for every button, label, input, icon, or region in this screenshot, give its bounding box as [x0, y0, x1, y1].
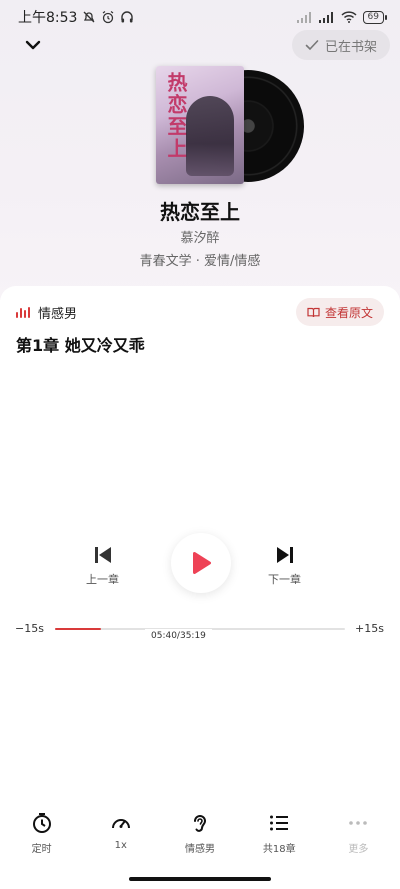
checkmark-icon — [305, 40, 319, 51]
next-chapter-button[interactable]: 下一章 — [268, 545, 301, 587]
book-author[interactable]: 慕汐醉 — [0, 227, 400, 246]
chapter-list-button[interactable]: 共18章 — [240, 812, 319, 868]
book-cover-image: 热恋至上 — [156, 66, 244, 184]
progress-track[interactable]: 05:40/35:19 — [55, 628, 345, 643]
bottom-toolbar: 定时 1x 情感男 共18章 更多 — [0, 812, 400, 868]
cover-illustration — [186, 96, 234, 176]
book-title: 热恋至上 — [160, 200, 240, 224]
speed-label: 1x — [114, 840, 127, 851]
sound-bars-icon — [16, 307, 30, 318]
skip-previous-icon — [94, 547, 111, 563]
status-time: 上午8:53 — [18, 10, 78, 26]
collapse-button[interactable] — [20, 34, 46, 56]
signal-icon-1 — [296, 11, 311, 23]
view-original-button[interactable]: 查看原文 — [295, 298, 384, 326]
voice-select-label: 情感男 — [185, 844, 215, 855]
previous-chapter-button[interactable]: 上一章 — [86, 545, 119, 587]
on-shelf-label: 已在书架 — [324, 39, 377, 55]
mute-icon — [83, 11, 95, 23]
progress-fill — [55, 628, 102, 630]
book-open-icon — [307, 307, 320, 317]
view-original-label: 查看原文 — [324, 305, 373, 320]
speed-button[interactable]: 1x — [81, 812, 160, 868]
list-icon — [270, 815, 289, 831]
wifi-icon — [341, 11, 357, 23]
alarm-icon — [103, 11, 114, 24]
skip-forward-15-button[interactable]: +15s — [355, 622, 384, 635]
timer-label: 定时 — [31, 844, 52, 855]
timer-button[interactable]: 定时 — [2, 812, 81, 868]
chapter-list-label: 共18章 — [262, 844, 296, 855]
book-tags: 青春文学 · 爱情/情感 — [139, 254, 261, 269]
voice-select-button[interactable]: 情感男 — [160, 812, 239, 868]
signal-icon-2 — [318, 11, 333, 23]
headphones-icon — [121, 11, 134, 23]
speedometer-icon — [111, 819, 130, 829]
next-chapter-label: 下一章 — [268, 573, 301, 586]
voice-name: 情感男 — [38, 307, 78, 322]
more-button[interactable]: 更多 — [319, 812, 398, 868]
chevron-down-icon — [25, 40, 41, 50]
previous-chapter-label: 上一章 — [86, 573, 119, 586]
skip-next-icon — [276, 547, 293, 563]
home-indicator[interactable] — [129, 877, 271, 881]
progress-time-handle[interactable]: 05:40/35:19 — [145, 629, 212, 643]
more-label: 更多 — [348, 844, 369, 855]
ear-icon — [194, 815, 207, 832]
battery-indicator: 69 — [362, 10, 388, 24]
skip-back-15-button[interactable]: −15s — [15, 622, 44, 635]
voice-indicator: 情感男 — [16, 303, 77, 322]
book-cover-area: 热恋至上 — [156, 66, 304, 184]
on-shelf-button[interactable]: 已在书架 — [292, 30, 390, 60]
timer-icon — [32, 813, 51, 833]
status-bar: 上午8:53 69 — [0, 0, 400, 34]
play-icon — [192, 551, 212, 575]
more-dots-icon — [349, 821, 368, 825]
play-button[interactable] — [171, 533, 231, 593]
chapter-title: 第1章 她又冷又乖 — [16, 336, 145, 355]
progress-row: −15s 05:40/35:19 +15s — [0, 620, 400, 643]
time-display: 05:40/35:19 — [151, 631, 206, 641]
